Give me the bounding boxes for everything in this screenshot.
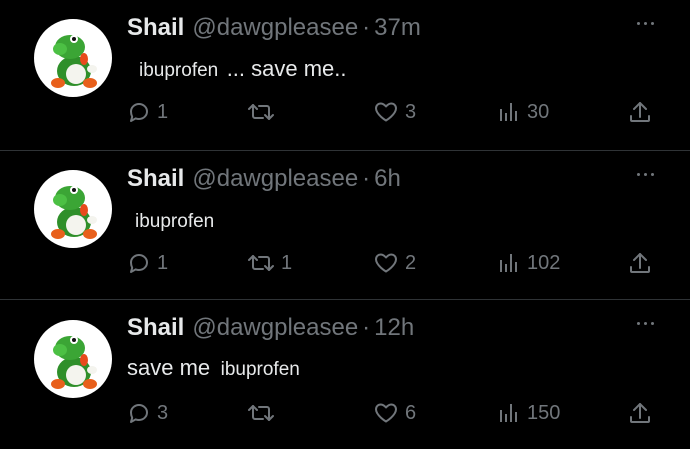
- share-icon: [630, 253, 650, 273]
- tweet-text-main: ... save me..: [226, 56, 347, 81]
- timestamp[interactable]: 12h: [374, 314, 414, 342]
- retweet-icon: [248, 255, 274, 271]
- reply-count: 3: [157, 401, 169, 424]
- views-chart-icon: [500, 404, 517, 422]
- tweet-text-ibuprofen: ibuprofen: [135, 211, 215, 232]
- share-button[interactable]: [627, 96, 653, 128]
- reply-icon: [130, 404, 148, 423]
- view-count: 102: [527, 251, 561, 274]
- reply-button[interactable]: 3: [127, 397, 168, 429]
- yoshi-avatar-icon: [51, 336, 97, 389]
- action-bar: 3 6 150: [127, 397, 667, 429]
- reply-button[interactable]: 1: [127, 247, 168, 279]
- share-icon: [630, 403, 650, 423]
- tweet-text: save me ibuprofen: [127, 355, 300, 381]
- reply-button[interactable]: 1: [127, 96, 168, 128]
- like-button[interactable]: 2: [373, 247, 416, 279]
- timestamp[interactable]: 37m: [374, 14, 421, 42]
- more-icon[interactable]: [637, 22, 654, 25]
- tweet-header: Shail @dawgpleasee · 6h: [127, 165, 401, 197]
- retweet-icon: [248, 405, 274, 421]
- like-count: 6: [405, 401, 417, 424]
- user-handle[interactable]: @dawgpleasee: [192, 165, 358, 193]
- display-name[interactable]: Shail: [127, 165, 184, 193]
- heart-icon: [375, 102, 397, 122]
- avatar[interactable]: [34, 320, 112, 398]
- avatar[interactable]: [34, 19, 112, 97]
- reply-icon: [130, 254, 148, 273]
- reply-count: 1: [157, 100, 169, 123]
- retweet-count: 1: [281, 251, 293, 274]
- views-chart-icon: [500, 254, 517, 272]
- tweet-text-main: save me: [127, 355, 211, 380]
- like-button[interactable]: 6: [373, 397, 416, 429]
- retweet-button[interactable]: [247, 397, 281, 429]
- tweet-text-ibuprofen: ibuprofen: [220, 359, 300, 380]
- views-button[interactable]: 30: [497, 96, 549, 128]
- views-button[interactable]: 150: [497, 397, 560, 429]
- tweet-2[interactable]: Shail @dawgpleasee · 6h ibuprofen 1 1 2 …: [0, 150, 690, 301]
- timestamp[interactable]: 6h: [374, 165, 401, 193]
- avatar[interactable]: [34, 170, 112, 248]
- heart-icon: [375, 253, 397, 273]
- heart-icon: [375, 403, 397, 423]
- tweet-text: ibuprofen ... save me..: [127, 56, 347, 82]
- user-handle[interactable]: @dawgpleasee: [192, 314, 358, 342]
- like-count: 2: [405, 251, 417, 274]
- share-button[interactable]: [627, 247, 653, 279]
- tweet-1[interactable]: Shail @dawgpleasee · 37m ibuprofen ... s…: [0, 0, 690, 150]
- retweet-button[interactable]: [247, 96, 281, 128]
- views-button[interactable]: 102: [497, 247, 560, 279]
- view-count: 30: [527, 100, 550, 123]
- like-button[interactable]: 3: [373, 96, 416, 128]
- separator: ·: [362, 314, 371, 341]
- display-name[interactable]: Shail: [127, 314, 184, 342]
- like-count: 3: [405, 100, 417, 123]
- views-chart-icon: [500, 103, 517, 121]
- action-bar: 1 1 2 102: [127, 247, 667, 279]
- view-count: 150: [527, 401, 561, 424]
- share-button[interactable]: [627, 397, 653, 429]
- yoshi-avatar-icon: [51, 186, 97, 239]
- tweet-text-ibuprofen: ibuprofen: [139, 60, 219, 81]
- tweet-3[interactable]: Shail @dawgpleasee · 12h save me ibuprof…: [0, 299, 690, 449]
- separator: ·: [362, 14, 371, 41]
- action-bar: 1 3 30: [127, 96, 667, 128]
- user-handle[interactable]: @dawgpleasee: [192, 14, 358, 42]
- yoshi-avatar-icon: [51, 35, 97, 88]
- tweet-text: ibuprofen: [127, 207, 214, 233]
- tweet-header: Shail @dawgpleasee · 37m: [127, 14, 421, 46]
- more-icon[interactable]: [637, 322, 654, 325]
- reply-count: 1: [157, 251, 169, 274]
- retweet-button[interactable]: 1: [247, 247, 292, 279]
- display-name[interactable]: Shail: [127, 14, 184, 42]
- more-icon[interactable]: [637, 173, 654, 176]
- tweet-header: Shail @dawgpleasee · 12h: [127, 314, 414, 346]
- retweet-icon: [248, 104, 274, 120]
- share-icon: [630, 102, 650, 122]
- separator: ·: [362, 165, 371, 192]
- reply-icon: [130, 103, 148, 122]
